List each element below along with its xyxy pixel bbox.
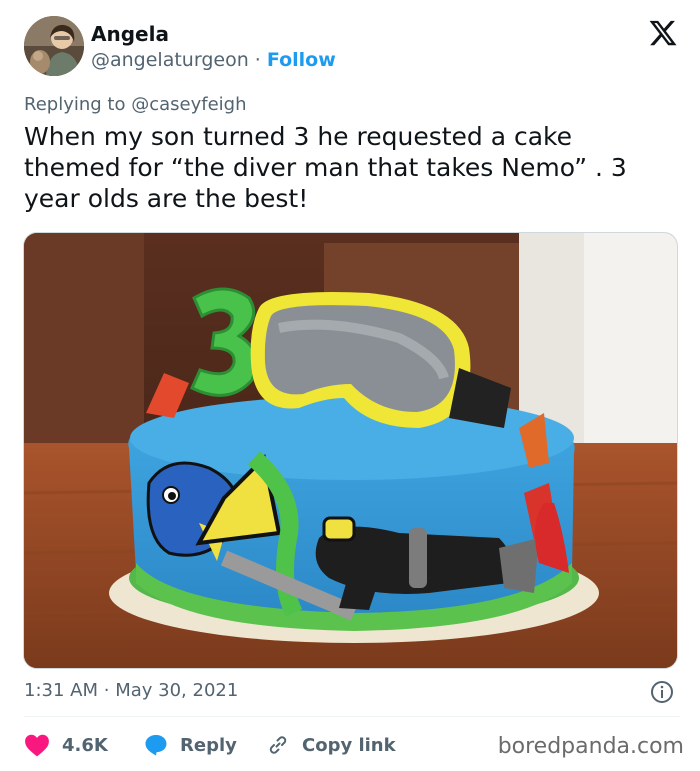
replying-to: Replying to @caseyfeigh: [24, 94, 247, 115]
tweet-header: Angela @angelaturgeon · Follow: [24, 16, 680, 78]
replying-prefix: Replying to: [24, 94, 126, 115]
handle-line: @angelaturgeon · Follow: [91, 49, 336, 71]
tweet-date[interactable]: May 30, 2021: [115, 680, 238, 701]
reply-bubble-icon: [145, 735, 167, 756]
like-count: 4.6K: [62, 734, 108, 756]
replying-mention[interactable]: @caseyfeigh: [131, 94, 246, 115]
reply-label: Reply: [180, 734, 237, 756]
x-logo-icon[interactable]: [648, 18, 678, 48]
tweet-text: When my son turned 3 he requested a cake…: [24, 122, 627, 213]
copy-link-label: Copy link: [302, 734, 396, 756]
author-handle[interactable]: @angelaturgeon: [91, 49, 249, 71]
avatar[interactable]: [24, 16, 84, 76]
divider: [24, 716, 680, 717]
handle-separator: ·: [254, 49, 261, 71]
like-button[interactable]: 4.6K: [24, 731, 108, 759]
tweet-timestamp[interactable]: 1:31 AM · May 30, 2021: [24, 680, 238, 701]
tweet-time[interactable]: 1:31 AM: [24, 680, 98, 701]
tweet-media-photo[interactable]: [23, 232, 678, 669]
copy-link-button[interactable]: Copy link: [266, 731, 396, 759]
heart-icon: [25, 734, 49, 757]
cake-photo: [24, 233, 677, 668]
reply-button[interactable]: Reply: [144, 731, 237, 759]
meta-separator: ·: [103, 680, 110, 701]
info-icon[interactable]: [650, 680, 674, 704]
follow-button[interactable]: Follow: [267, 49, 336, 71]
source-watermark: boredpanda.com: [497, 734, 684, 759]
link-icon: [269, 736, 287, 754]
author-name[interactable]: Angela: [91, 22, 169, 46]
